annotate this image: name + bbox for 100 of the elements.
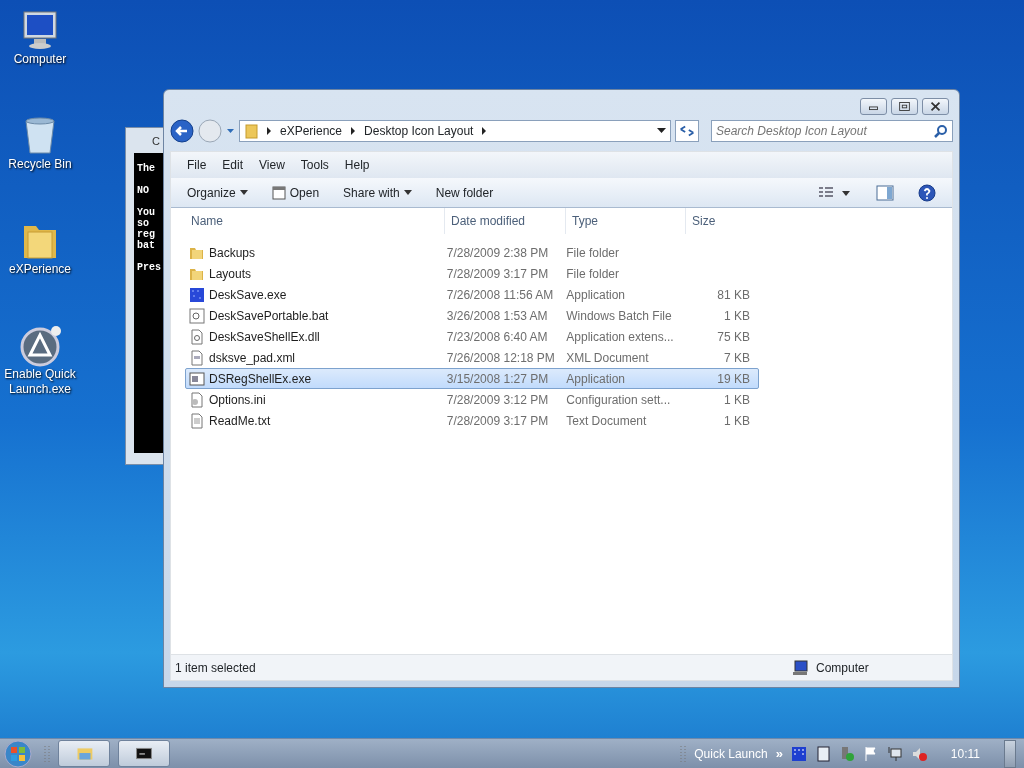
console-text: reg [137, 229, 155, 240]
round-emblem-icon[interactable] [18, 323, 62, 367]
toolbar-label: Quick Launch [694, 745, 768, 763]
file-row[interactable]: DeskSaveShellEx.dll 7/23/2008 6:40 AM Application extens... 75 KB [185, 326, 759, 347]
table-cell-text: File folder [565, 244, 620, 262]
column-header[interactable]: Name [187, 208, 445, 234]
desktop-icon-label[interactable]: Recycle Bin [8, 157, 72, 172]
flag-tray-icon[interactable] [862, 745, 879, 762]
chevron-icon [266, 127, 272, 135]
table-cell-text: 3/15/2008 1:27 PM [445, 370, 550, 388]
menu-item[interactable]: Edit [222, 156, 244, 174]
file-row[interactable]: Options.ini 7/28/2009 3:12 PM Configuration sett... 1 KB [185, 389, 759, 410]
table-cell-text: 3/26/2008 1:53 AM [445, 307, 549, 325]
chevron-icon [481, 127, 488, 135]
table-cell-text: 1 KB [722, 391, 751, 409]
table-cell-text: 1 KB [722, 412, 751, 430]
console-text: so [137, 218, 150, 229]
window-icon [271, 185, 286, 200]
grid-tray-icon[interactable] [790, 745, 807, 762]
explorer-taskbar-button[interactable] [58, 740, 110, 767]
menu-item[interactable]: View [259, 156, 285, 174]
text-document-icon [189, 412, 205, 429]
gear-document-icon [189, 391, 205, 408]
table-cell-text: Application [565, 370, 626, 388]
table-cell-text: XML Document [565, 349, 650, 367]
application-icon [189, 286, 205, 303]
toolbar-button[interactable]: Organize [187, 183, 248, 202]
desktop-icon-label[interactable]: Computer [13, 52, 67, 67]
table-cell-text: 7/28/2009 3:17 PM [445, 412, 550, 430]
column-header[interactable]: Date modified [445, 208, 566, 234]
console-text: You [137, 207, 155, 218]
table-cell-text: Windows Batch File [565, 307, 673, 325]
status-text: Computer [816, 659, 869, 677]
console-text: bat [137, 240, 155, 251]
file-row[interactable]: DeskSave.exe 7/26/2008 11:56 AM Application 81 KB [185, 284, 759, 305]
table-cell-text: 1 KB [722, 307, 751, 325]
console-text: NO [137, 185, 149, 196]
table-cell-text: 7 KB [722, 349, 751, 367]
column-header[interactable]: Type [566, 208, 686, 234]
file-row[interactable]: DSRegShellEx.exe 3/15/2008 1:27 PM Application 19 KB [185, 368, 759, 389]
table-cell-text: 7/28/2009 3:17 PM [445, 265, 550, 283]
document-icon [189, 349, 205, 366]
view-options-button[interactable] [818, 185, 852, 200]
window-title: C [151, 134, 161, 149]
caret-icon [239, 190, 248, 195]
toolbar-button[interactable]: New folder [435, 183, 494, 202]
file-row[interactable]: dsksve_pad.xml 7/26/2008 12:18 PM XML Document 7 KB [185, 347, 759, 368]
desktop-icon-label[interactable]: eXPerience [8, 262, 71, 277]
console-text: Pres [137, 262, 161, 273]
file-name: ReadMe.txt [209, 412, 271, 430]
menu-item[interactable]: File [187, 156, 207, 174]
grip-icon [680, 743, 687, 764]
close-button[interactable] [922, 98, 949, 115]
back-button[interactable] [170, 119, 194, 143]
table-cell-text: File folder [565, 265, 620, 283]
minimize-button[interactable] [860, 98, 887, 115]
maximize-button[interactable] [891, 98, 918, 115]
file-row[interactable]: Backups 7/28/2009 2:38 PM File folder [185, 242, 759, 263]
menu-item[interactable]: Help [344, 156, 370, 174]
file-row[interactable]: Layouts 7/28/2009 3:17 PM File folder [185, 263, 759, 284]
search-icon[interactable] [934, 124, 948, 138]
toolbar-button[interactable]: Share with [343, 183, 412, 202]
window-icon [189, 370, 205, 387]
status-text: 1 item selected [174, 659, 257, 677]
table-cell-text: 7/28/2009 2:38 PM [445, 244, 550, 262]
file-name: Layouts [209, 265, 252, 283]
caret-icon [403, 190, 412, 195]
console-text: The [137, 163, 155, 174]
desktop-icon-label[interactable]: Enable Quick Launch.exe [0, 367, 80, 397]
menu-item[interactable]: Tools [300, 156, 329, 174]
file-name: dsksve_pad.xml [209, 349, 296, 367]
file-name: Backups [209, 244, 256, 262]
chevron-icon [350, 127, 357, 135]
toolbar-button[interactable]: Open [271, 183, 320, 202]
console-taskbar-button[interactable] [118, 740, 170, 767]
file-row[interactable]: ReadMe.txt 7/28/2009 3:17 PM Text Document 1 KB [185, 410, 759, 431]
help-button[interactable] [918, 183, 936, 202]
file-name: DSRegShellEx.exe [209, 370, 312, 388]
monitor-icon [792, 659, 808, 676]
file-name: DeskSaveShellEx.dll [209, 328, 320, 346]
file-row[interactable]: DeskSavePortable.bat 3/26/2008 1:53 AM Windows Batch File 1 KB [185, 305, 759, 326]
table-cell-text: 81 KB [716, 286, 751, 304]
table-cell-text: Text Document [565, 412, 648, 430]
folder-icon [244, 123, 258, 139]
show-desktop-button[interactable] [1004, 739, 1016, 768]
column-header[interactable]: Size [686, 208, 766, 234]
file-name: DeskSave.exe [209, 286, 287, 304]
caret-icon[interactable] [657, 128, 666, 134]
search-field[interactable]: Search Desktop Icon Layout [711, 120, 953, 142]
table-cell-text: 7/28/2009 3:12 PM [445, 391, 550, 409]
table-cell-text: 7/23/2008 6:40 AM [445, 328, 549, 346]
network-tray-icon[interactable] [886, 745, 903, 762]
document-tray-icon[interactable] [814, 745, 831, 762]
refresh-button[interactable] [675, 120, 699, 142]
table-cell-text: Application [565, 286, 626, 304]
address-bar[interactable]: eXPerience Desktop Icon Layout [239, 120, 671, 142]
breadcrumb-item[interactable]: eXPerience [280, 122, 343, 140]
table-cell-text: Application extens... [565, 328, 675, 346]
breadcrumb-item[interactable]: Desktop Icon Layout [364, 122, 474, 140]
gear-document-icon [189, 328, 205, 345]
